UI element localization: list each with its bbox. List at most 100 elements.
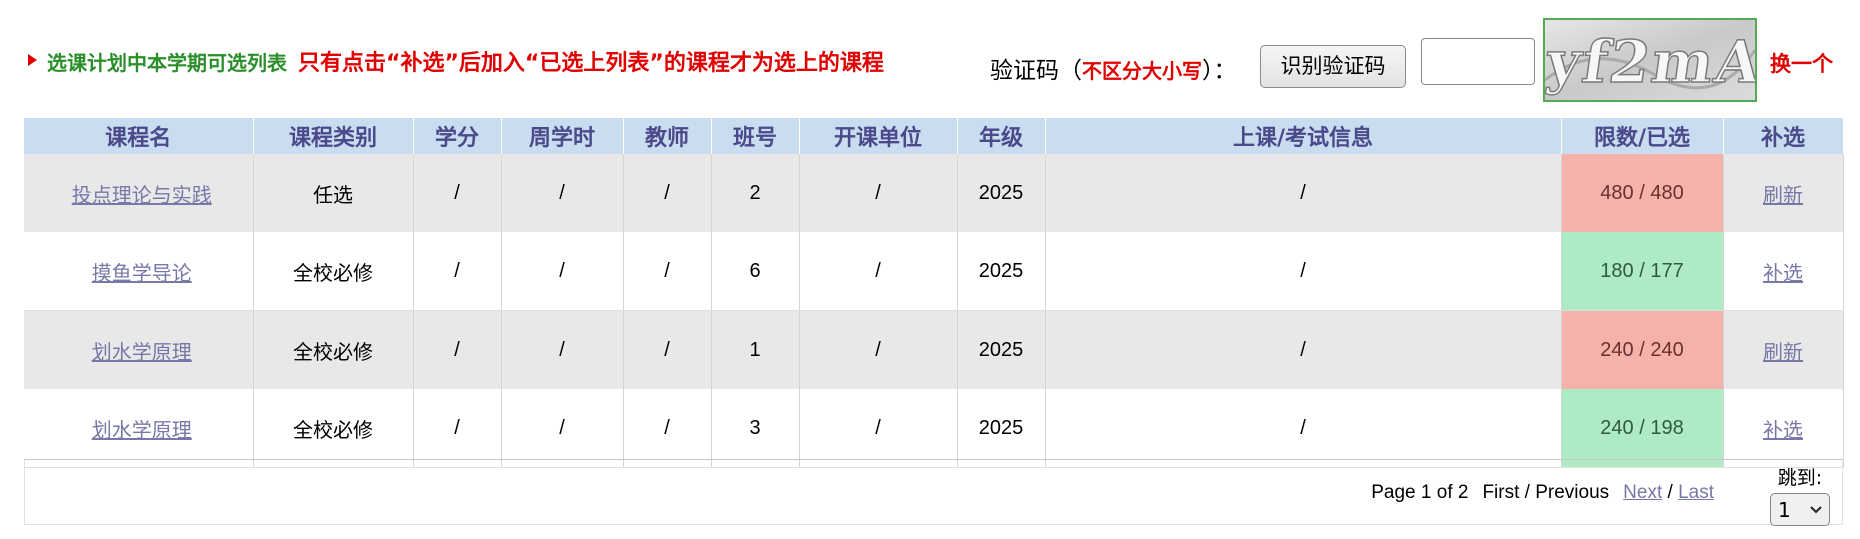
schedule-info-cell-td: / (1045, 310, 1562, 389)
category-cell-td: 全校必修 (253, 389, 414, 468)
last-page-link[interactable]: Last (1678, 482, 1714, 503)
top-bar: 选课计划中本学期可选列表 只有点击“补选”后加入“已选上列表”的课程才为选上的课… (0, 0, 1860, 118)
teacher-cell: / (664, 181, 670, 204)
page-select[interactable]: 1 (1770, 493, 1830, 526)
selection-notice: 只有点击“补选”后加入“已选上列表”的课程才为选上的课程 (298, 51, 884, 76)
action-td: 补选 (1723, 389, 1844, 468)
quota-cell: 240 / 240 (1600, 338, 1684, 361)
col-unit-header: 开课单位 (799, 118, 958, 154)
pagination-bar: Page 1 of 2 First / Previous Next / Last 跳… (24, 459, 1843, 526)
refresh-link[interactable]: 刷新 (1763, 342, 1803, 364)
course-name-td: 投点理论与实践 (24, 154, 254, 232)
weekly-hours-cell: / (559, 181, 565, 204)
schedule-info-cell-td: / (1045, 154, 1562, 232)
unit-cell-td: / (799, 232, 958, 311)
category-cell: 全校必修 (293, 262, 373, 285)
captcha-label-end: ）： (1202, 58, 1237, 84)
teacher-cell: / (664, 338, 670, 361)
page-info: Page 1 of 2 (1371, 482, 1469, 503)
action-td: 刷新 (1723, 154, 1844, 232)
captcha-label-start: 验证码（ (990, 58, 1082, 84)
course-name-link[interactable]: 划水学原理 (92, 420, 192, 442)
teacher-cell: / (664, 416, 670, 439)
unit-cell: / (875, 416, 881, 439)
schedule-info-cell-td: / (1045, 232, 1562, 311)
add-course-link[interactable]: 补选 (1763, 263, 1803, 285)
refresh-link[interactable]: 刷新 (1763, 185, 1803, 207)
pager: Page 1 of 2 First / Previous Next / Last (1371, 482, 1714, 504)
weekly-hours-cell-td: / (501, 389, 624, 468)
course-name-td: 划水学原理 (24, 389, 254, 468)
table-row: 摸鱼学导论 全校必修 / / / 6 / 2025 / 180 / 177 补选 (24, 232, 1844, 311)
weekly-hours-cell: / (559, 259, 565, 282)
credit-cell-td: / (413, 154, 502, 232)
change-captcha-link[interactable]: 换一个 (1770, 48, 1833, 78)
unit-cell: / (875, 259, 881, 282)
quota-cell-td: 480 / 480 (1561, 154, 1724, 232)
quota-cell-td: 240 / 198 (1561, 389, 1724, 468)
grade-cell-td: 2025 (957, 232, 1046, 311)
bullet-triangle-icon (28, 54, 37, 66)
page-title: 选课计划中本学期可选列表 (47, 51, 287, 75)
category-cell-td: 全校必修 (253, 310, 414, 389)
course-name-link[interactable]: 划水学原理 (92, 342, 192, 364)
schedule-info-cell: / (1300, 416, 1306, 439)
course-name-link[interactable]: 投点理论与实践 (72, 185, 212, 207)
weekly-hours-cell: / (559, 338, 565, 361)
captcha-input[interactable] (1421, 38, 1535, 85)
col-quota-header: 限数/已选 (1561, 118, 1724, 154)
page-jump: 跳到: 1 (1770, 463, 1830, 526)
table-row: 划水学原理 全校必修 / / / 1 / 2025 / 240 / 240 刷新 (24, 310, 1844, 389)
course-table: 课程名 课程类别 学分 周学时 教师 班号 开课单位 年级 上课/考试信息 限数/已选 补选 投点理… (24, 118, 1844, 468)
col-teacher-header: 教师 (623, 118, 712, 154)
first-link-disabled: First (1482, 482, 1520, 503)
schedule-info-cell: / (1300, 338, 1306, 361)
action-td: 刷新 (1723, 310, 1844, 389)
previous-link-disabled: Previous (1535, 482, 1610, 503)
grade-cell-td: 2025 (957, 154, 1046, 232)
teacher-cell-td: / (623, 389, 712, 468)
captcha-text: yf2mA (1545, 27, 1755, 96)
credit-cell: / (454, 181, 460, 204)
grade-cell: 2025 (978, 259, 1024, 282)
page-select-value: 1 (1778, 497, 1791, 522)
credit-cell: / (454, 416, 460, 439)
col-weekly-hours-header: 周学时 (501, 118, 624, 154)
schedule-info-cell: / (1300, 259, 1306, 282)
unit-cell: / (875, 338, 881, 361)
col-category-header: 课程类别 (253, 118, 414, 154)
grade-cell: 2025 (978, 338, 1024, 361)
pager-separator: / (1667, 482, 1673, 503)
credit-cell-td: / (413, 389, 502, 468)
weekly-hours-cell-td: / (501, 310, 624, 389)
category-cell: 全校必修 (293, 419, 373, 442)
quota-cell: 480 / 480 (1600, 181, 1684, 204)
class-no-cell: 2 (749, 181, 761, 204)
col-credit-header: 学分 (413, 118, 502, 154)
add-course-link[interactable]: 补选 (1763, 420, 1803, 442)
class-no-cell-td: 6 (711, 232, 800, 311)
col-class-no-header: 班号 (711, 118, 800, 154)
class-no-cell: 6 (749, 259, 761, 282)
credit-cell: / (454, 338, 460, 361)
grade-cell-td: 2025 (957, 310, 1046, 389)
teacher-cell-td: / (623, 154, 712, 232)
credit-cell-td: / (413, 232, 502, 311)
col-grade-header: 年级 (957, 118, 1046, 154)
quota-cell-td: 240 / 240 (1561, 310, 1724, 389)
table-row: 投点理论与实践 任选 / / / 2 / 2025 / 480 / 480 刷新 (24, 154, 1844, 232)
course-name-link[interactable]: 摸鱼学导论 (92, 263, 192, 285)
unit-cell-td: / (799, 310, 958, 389)
category-cell: 全校必修 (293, 341, 373, 364)
jump-label: 跳到: (1777, 467, 1823, 489)
next-page-link[interactable]: Next (1623, 482, 1662, 503)
chevron-down-icon (1810, 505, 1822, 513)
class-no-cell-td: 1 (711, 310, 800, 389)
recognize-captcha-button[interactable]: 识别验证码 (1260, 45, 1406, 88)
pager-separator: / (1524, 482, 1530, 503)
col-action-header: 补选 (1723, 118, 1844, 154)
course-name-td: 划水学原理 (24, 310, 254, 389)
category-cell-td: 全校必修 (253, 232, 414, 311)
credit-cell-td: / (413, 310, 502, 389)
captcha-label: 验证码（不区分大小写）： (990, 51, 1237, 85)
